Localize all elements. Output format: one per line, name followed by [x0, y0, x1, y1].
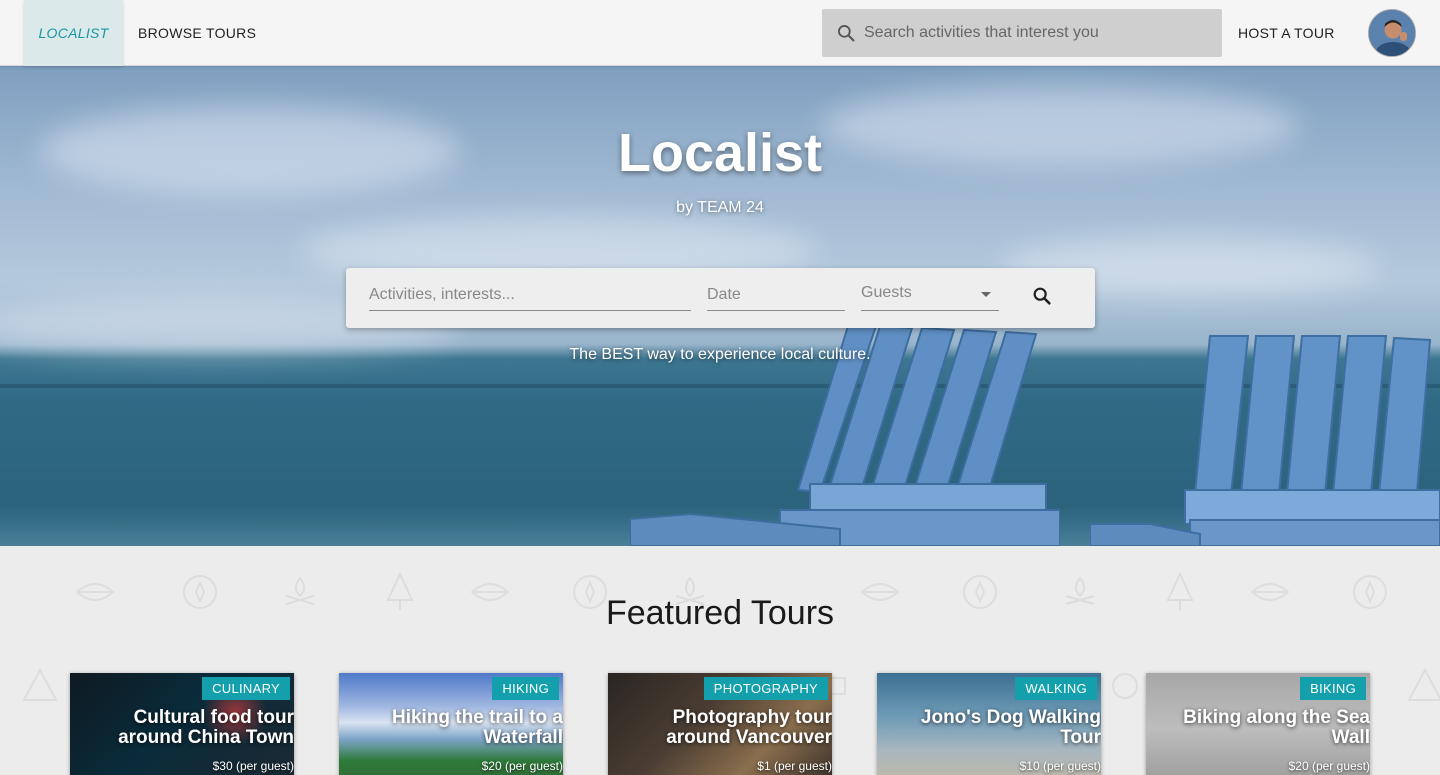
featured-tours-title: Featured Tours [605, 594, 835, 632]
tour-price: $20 (per guest) [481, 759, 563, 773]
tour-title: Biking along the Sea Wall [1183, 707, 1370, 748]
tour-card-walking[interactable]: WALKING Jono's Dog Walking Tour $10 (per… [877, 673, 1101, 775]
tour-category-badge: CULINARY [202, 677, 290, 700]
date-input[interactable] [707, 284, 845, 306]
hero-title: Localist [617, 123, 823, 183]
beach-chair-illustration-2 [1090, 335, 1440, 546]
navbar-search-input[interactable] [864, 24, 1204, 42]
search-icon [838, 25, 855, 42]
tour-price: $10 (per guest) [1019, 759, 1101, 773]
tour-category-badge: WALKING [1015, 677, 1097, 700]
tour-card-culinary[interactable]: CULINARY Cultural food tour around China… [70, 673, 294, 775]
activities-input[interactable] [369, 284, 691, 306]
tour-title: Photography tour around Vancouver [666, 707, 832, 748]
search-icon [1033, 287, 1051, 305]
host-a-tour-link[interactable]: HOST A TOUR [1238, 0, 1335, 66]
hero-banner: Localist by TEAM 24 Guests The BEST way … [0, 66, 1440, 546]
date-field[interactable] [707, 284, 845, 311]
user-avatar[interactable] [1368, 9, 1416, 57]
search-button[interactable] [1028, 282, 1056, 310]
guests-select-label: Guests [861, 284, 912, 301]
tour-title: Jono's Dog Walking Tour [920, 707, 1101, 748]
brand-logo-link[interactable]: LOCALIST [24, 0, 123, 66]
tour-price: $20 (per guest) [1288, 759, 1370, 773]
hero-subtitle: by TEAM 24 [676, 199, 764, 216]
tour-price: $1 (per guest) [757, 759, 832, 773]
guests-select[interactable]: Guests [861, 284, 999, 311]
tour-search-card: Guests [346, 268, 1095, 328]
tour-category-badge: BIKING [1300, 677, 1366, 700]
navbar-search-box[interactable] [822, 9, 1222, 57]
tour-title: Hiking the trail to a Waterfall [391, 707, 563, 748]
featured-tours-section: Featured Tours CULINARY Cultural food to… [0, 546, 1440, 775]
tour-card-biking[interactable]: BIKING Biking along the Sea Wall $20 (pe… [1146, 673, 1370, 775]
tour-category-badge: PHOTOGRAPHY [703, 677, 828, 700]
tour-title: Cultural food tour around China Town [118, 707, 294, 748]
tour-price: $30 (per guest) [212, 759, 294, 773]
avatar-icon [1369, 10, 1415, 56]
tour-category-badge: HIKING [492, 677, 559, 700]
tour-card-hiking[interactable]: HIKING Hiking the trail to a Waterfall $… [339, 673, 563, 775]
activities-field[interactable] [369, 284, 691, 311]
browse-tours-link[interactable]: BROWSE TOURS [138, 0, 256, 66]
hero-tagline: The BEST way to experience local culture… [569, 346, 871, 363]
top-navbar: LOCALIST BROWSE TOURS HOST A TOUR [0, 0, 1440, 66]
tour-card-photography[interactable]: PHOTOGRAPHY Photography tour around Vanc… [608, 673, 832, 775]
caret-down-icon [981, 292, 991, 297]
